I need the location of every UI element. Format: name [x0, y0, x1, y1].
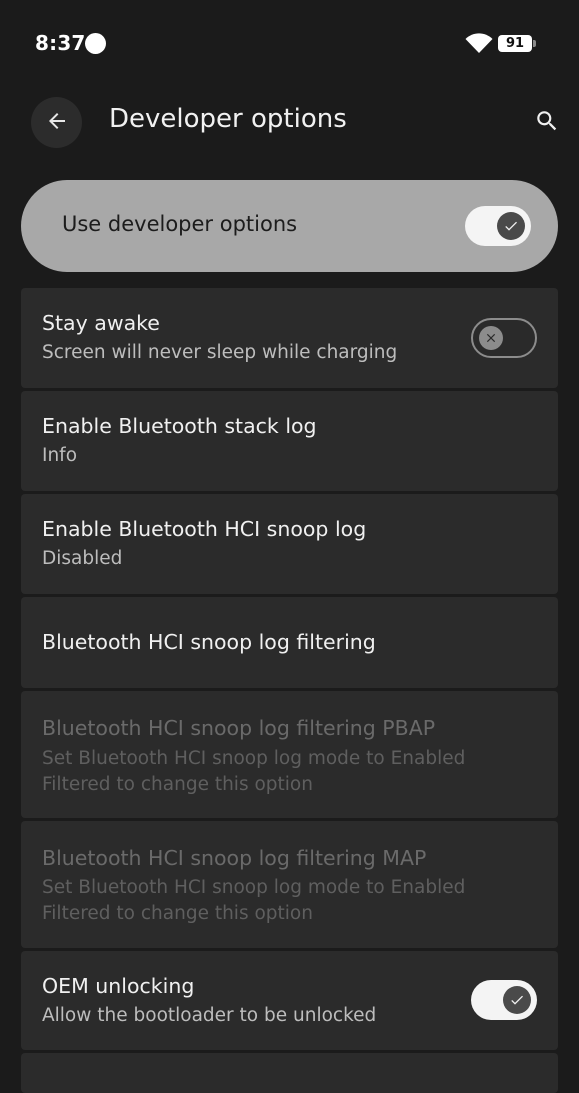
- check-icon: [503, 986, 531, 1014]
- use-developer-options-label: Use developer options: [62, 212, 298, 236]
- check-icon: [497, 212, 525, 240]
- setting-summary: Disabled: [42, 548, 123, 569]
- notification-dot-icon: [85, 33, 106, 54]
- use-developer-options-row[interactable]: Use developer options: [21, 180, 558, 272]
- search-button[interactable]: [530, 106, 564, 140]
- setting-stay-awake[interactable]: Stay awake Screen will never sleep while…: [21, 288, 558, 388]
- setting-title: Stay awake: [42, 311, 160, 335]
- status-bar: 8:37 91: [0, 0, 579, 88]
- battery-tip: [533, 40, 536, 47]
- setting-summary-line2: Filtered to change this option: [42, 774, 313, 795]
- stay-awake-switch[interactable]: [471, 318, 537, 358]
- setting-bluetooth-stack-log[interactable]: Enable Bluetooth stack log Info: [21, 391, 558, 491]
- setting-title: Bluetooth HCI snoop log filtering PBAP: [42, 716, 436, 740]
- setting-summary-line1: Set Bluetooth HCI snoop log mode to Enab…: [42, 877, 466, 898]
- setting-hci-filtering-pbap: Bluetooth HCI snoop log filtering PBAP S…: [21, 691, 558, 818]
- setting-summary-line1: Set Bluetooth HCI snoop log mode to Enab…: [42, 748, 466, 769]
- oem-unlocking-switch[interactable]: [471, 980, 537, 1020]
- setting-title: Bluetooth HCI snoop log filtering MAP: [42, 846, 427, 870]
- status-time: 8:37: [35, 31, 86, 55]
- battery-icon: 91: [498, 35, 532, 52]
- setting-title: Enable Bluetooth HCI snoop log: [42, 517, 367, 541]
- close-icon: [479, 326, 503, 350]
- search-icon: [534, 108, 560, 138]
- setting-oem-unlocking[interactable]: OEM unlocking Allow the bootloader to be…: [21, 951, 558, 1050]
- setting-hci-filtering-map: Bluetooth HCI snoop log filtering MAP Se…: [21, 821, 558, 948]
- arrow-back-icon: [45, 109, 69, 137]
- page-title: Developer options: [109, 104, 347, 134]
- wifi-icon: [464, 32, 494, 54]
- setting-next-item[interactable]: [21, 1053, 558, 1093]
- setting-title: OEM unlocking: [42, 974, 195, 998]
- setting-hci-snoop-log-filtering[interactable]: Bluetooth HCI snoop log filtering: [21, 597, 558, 688]
- setting-summary: Allow the bootloader to be unlocked: [42, 1005, 377, 1026]
- setting-summary: Screen will never sleep while charging: [42, 342, 398, 363]
- setting-bluetooth-hci-snoop-log[interactable]: Enable Bluetooth HCI snoop log Disabled: [21, 494, 558, 594]
- back-button[interactable]: [31, 97, 82, 148]
- use-developer-options-switch[interactable]: [465, 206, 531, 246]
- setting-title: Enable Bluetooth stack log: [42, 414, 317, 438]
- setting-title: Bluetooth HCI snoop log filtering: [42, 630, 376, 654]
- setting-summary: Info: [42, 445, 78, 466]
- setting-summary-line2: Filtered to change this option: [42, 903, 313, 924]
